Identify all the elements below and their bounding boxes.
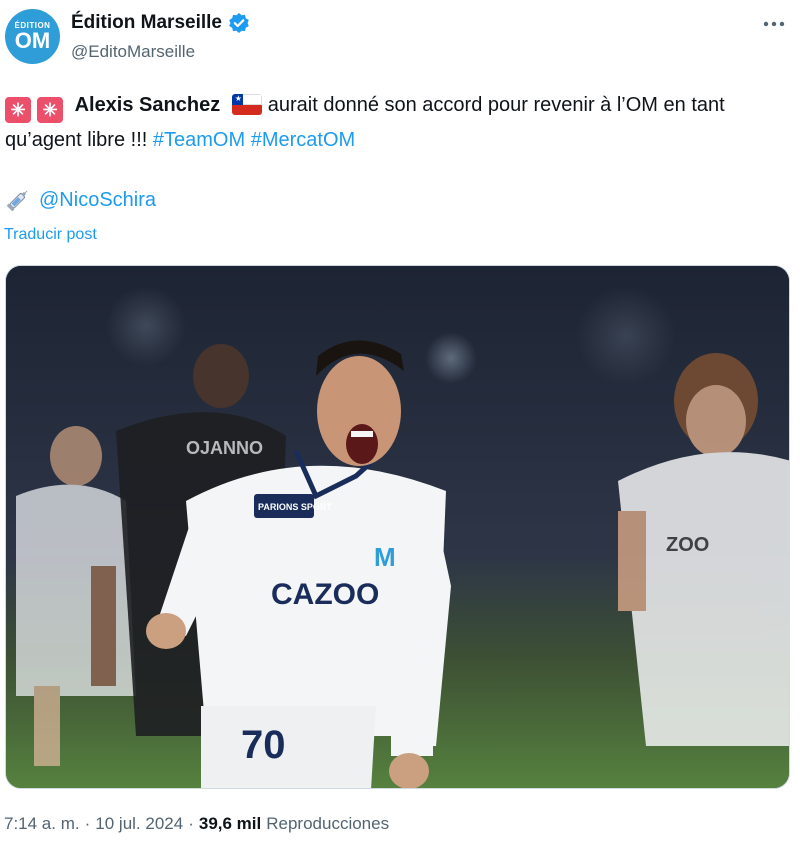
- footer-separator: ·: [84, 814, 91, 833]
- verified-badge-icon: [229, 13, 249, 33]
- shirt-sponsor: CAZOO: [271, 578, 379, 611]
- club-logo: M: [374, 542, 396, 572]
- hashtag-teamom[interactable]: #TeamOM: [153, 129, 245, 151]
- views-label: Reproducciones: [266, 814, 390, 833]
- avatar-big-text: OM: [14, 28, 51, 53]
- avatar[interactable]: ÉDITION OM: [5, 9, 60, 64]
- sparkle-emoji-icon: ✳: [37, 97, 63, 123]
- hashtag-mercatom[interactable]: #MercatOM: [251, 129, 355, 151]
- views-count: 39,6 mil: [198, 814, 262, 833]
- tweet-text: ✳ ✳ Alexis Sanchez ★ aurait donné son acc…: [5, 88, 790, 157]
- tweet-footer: 7:14 a. m. · 10 jul. 2024 · 39,6 mil Rep…: [4, 814, 389, 834]
- translate-post-link[interactable]: Traducir post: [4, 226, 97, 244]
- display-name[interactable]: Édition Marseille: [71, 12, 222, 34]
- syringe-emoji-icon: [6, 190, 28, 212]
- tweet-photo[interactable]: OJANNO ZOO 70 CAZOO PARIONS SPORT M: [5, 265, 790, 789]
- credit-line: @NicoSchira: [5, 187, 156, 213]
- account-name-row[interactable]: Édition Marseille: [71, 12, 250, 34]
- post-time[interactable]: 7:14 a. m.: [4, 814, 80, 834]
- svg-text:OJANNO: OJANNO: [186, 438, 263, 458]
- chile-flag-icon: ★: [231, 94, 262, 115]
- photo-illustration: OJANNO ZOO 70 CAZOO PARIONS SPORT M: [6, 266, 789, 788]
- more-options-icon[interactable]: [760, 12, 788, 36]
- account-handle[interactable]: @EditoMarseille: [71, 42, 195, 62]
- sparkle-emoji-icon: ✳: [5, 97, 31, 123]
- chest-sponsor: PARIONS SPORT: [258, 502, 332, 512]
- player-name: Alexis Sanchez: [74, 94, 221, 116]
- post-date[interactable]: 10 jul. 2024: [95, 814, 183, 834]
- footer-separator: ·: [188, 814, 194, 833]
- credit-mention[interactable]: @NicoSchira: [39, 189, 156, 212]
- shorts-number: 70: [241, 723, 286, 767]
- svg-text:ZOO: ZOO: [666, 534, 709, 556]
